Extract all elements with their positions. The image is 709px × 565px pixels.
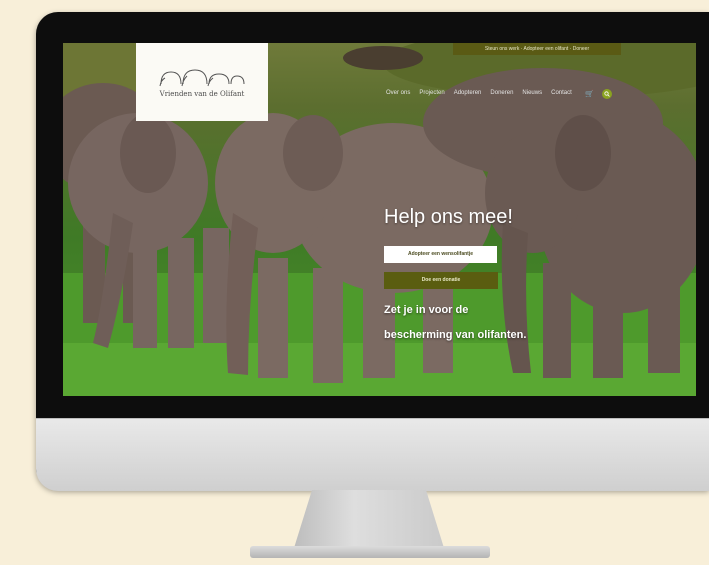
- monitor-chin: [36, 418, 709, 491]
- nav-item-projects[interactable]: Projecten: [419, 90, 444, 96]
- monitor-stand: [294, 490, 444, 548]
- tagline-line-1: Zet je in voor de: [384, 304, 469, 316]
- site-logo[interactable]: Vrienden van de Olifant: [136, 43, 268, 121]
- monitor-base: [250, 546, 490, 558]
- tagline-line-2: bescherming van olifanten.: [384, 329, 527, 341]
- hero-tagline: Zet je in voor de bescherming van olifan…: [384, 298, 604, 348]
- nav-item-donate[interactable]: Doneren: [490, 90, 513, 96]
- cart-icon[interactable]: 🛒: [585, 91, 594, 98]
- elephants-logo-icon: [159, 69, 245, 87]
- adopt-button[interactable]: Adopteer een wensolifantje: [384, 246, 497, 263]
- nav-item-contact[interactable]: Contact: [551, 90, 572, 96]
- nav-icons: 🛒: [585, 89, 612, 99]
- nav-item-adopt[interactable]: Adopteren: [454, 90, 482, 96]
- nav-item-about[interactable]: Over ons: [386, 90, 410, 96]
- nav-item-news[interactable]: Nieuws: [522, 90, 542, 96]
- main-navigation: Over ons Projecten Adopteren Doneren Nie…: [386, 90, 572, 96]
- donate-button[interactable]: Doe een donatie: [384, 272, 498, 289]
- search-icon[interactable]: [602, 89, 612, 99]
- hero-title: Help ons mee!: [384, 206, 513, 228]
- announcement-bar[interactable]: Steun ons werk · Adopteer een olifant · …: [453, 43, 621, 55]
- website-screen: Steun ons werk · Adopteer een olifant · …: [63, 43, 696, 396]
- logo-text: Vrienden van de Olifant: [159, 90, 245, 98]
